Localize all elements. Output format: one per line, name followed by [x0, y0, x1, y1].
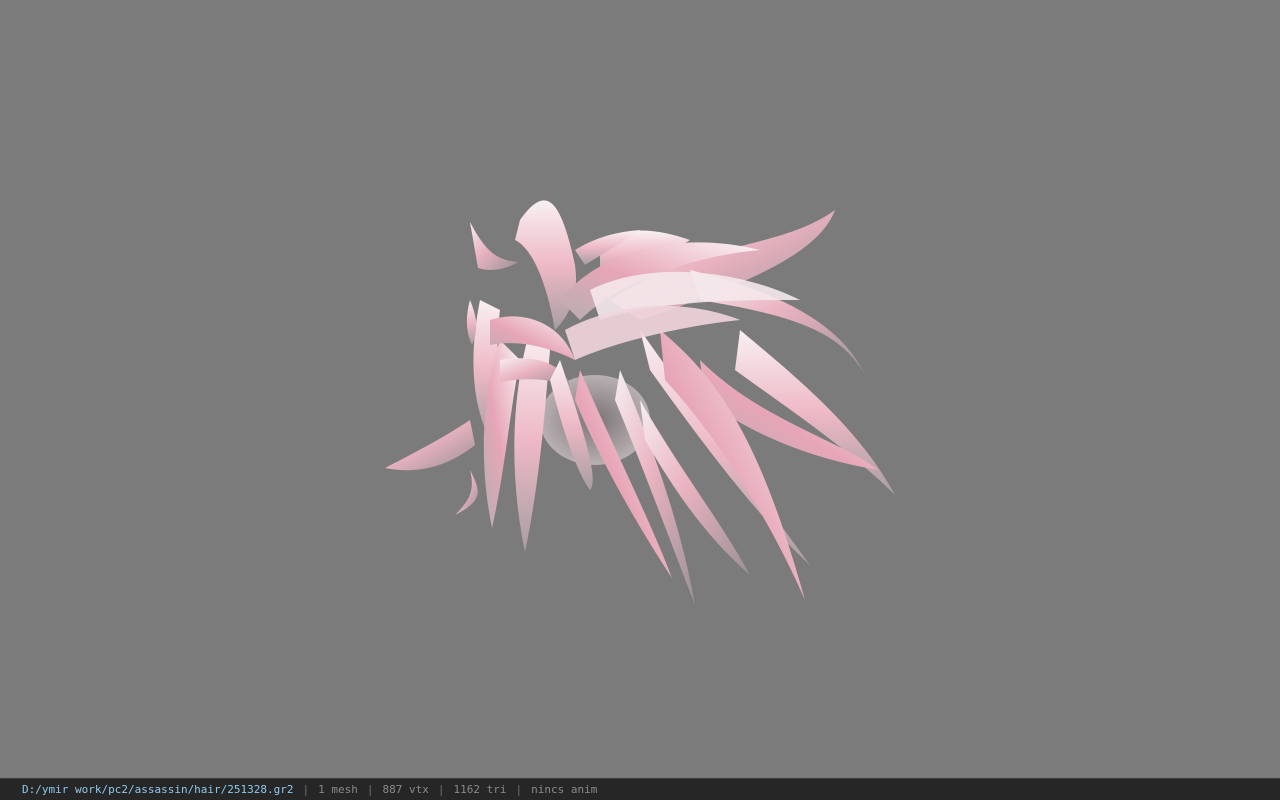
- status-bar: D:/ymir work/pc2/assassin/hair/251328.gr…: [0, 778, 1280, 800]
- status-separator: |: [302, 783, 310, 796]
- vertex-count: 887 vtx: [382, 783, 429, 796]
- 3d-viewport[interactable]: [0, 0, 1280, 778]
- status-separator: |: [366, 783, 374, 796]
- mesh-count: 1 mesh: [318, 783, 358, 796]
- animation-status: nincs anim: [531, 783, 598, 796]
- file-path: D:/ymir work/pc2/assassin/hair/251328.gr…: [22, 783, 294, 796]
- status-separator: |: [437, 783, 445, 796]
- triangle-count: 1162 tri: [453, 783, 507, 796]
- status-separator: |: [515, 783, 523, 796]
- hair-mesh: [385, 200, 895, 605]
- hair-model: [385, 200, 895, 605]
